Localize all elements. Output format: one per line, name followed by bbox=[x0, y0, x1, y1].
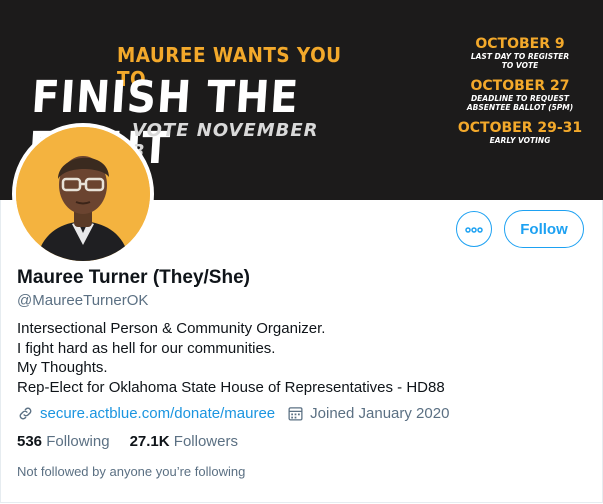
joined-date: Joined January 2020 bbox=[310, 404, 450, 422]
profile-name: Mauree Turner (They/She) bbox=[17, 267, 250, 288]
banner-date-note: LAST DAY TO REGISTER bbox=[470, 52, 570, 61]
banner-date-note: TO VOTE bbox=[501, 61, 539, 70]
calendar-icon bbox=[287, 405, 304, 422]
followers-link[interactable]: 27.1K Followers bbox=[130, 433, 238, 450]
profile-stats: 536 Following 27.1K Followers bbox=[17, 433, 258, 450]
banner-dates: OCTOBER 9 LAST DAY TO REGISTER TO VOTE O… bbox=[455, 36, 585, 145]
followers-label: Followers bbox=[173, 433, 238, 450]
bio-line: Intersectional Person & Community Organi… bbox=[17, 320, 326, 337]
bio-line: I fight hard as hell for our communities… bbox=[17, 339, 276, 357]
follow-button[interactable]: Follow bbox=[504, 210, 584, 248]
banner-vote-date: VOTE NOVEMBER 3 bbox=[132, 120, 319, 162]
followers-count: 27.1K bbox=[129, 433, 170, 450]
banner-date-note: ABSENTEE BALLOT (5PM) bbox=[466, 103, 574, 112]
banner-date: OCTOBER 27 bbox=[470, 78, 570, 94]
link-icon bbox=[17, 405, 34, 422]
profile-bio: Intersectional Person & Community Organi… bbox=[17, 319, 445, 397]
profile-website-link[interactable]: secure.actblue.com/donate/mauree bbox=[40, 405, 275, 422]
banner-date: OCTOBER 9 bbox=[475, 36, 565, 52]
following-label: Following bbox=[46, 433, 110, 450]
not-followed-note: Not followed by anyone you’re following bbox=[17, 464, 246, 479]
profile-handle: @MaureeTurnerOK bbox=[17, 292, 149, 309]
more-options-button[interactable] bbox=[456, 211, 492, 247]
profile-meta: secure.actblue.com/donate/mauree Joined … bbox=[17, 403, 449, 423]
bio-line: My Thoughts. bbox=[17, 359, 108, 376]
banner-date-note: EARLY VOTING bbox=[489, 136, 551, 145]
bio-line: Rep-Elect for Oklahoma State House of Re… bbox=[17, 378, 445, 396]
more-horizontal-icon bbox=[465, 220, 483, 238]
avatar[interactable] bbox=[12, 123, 154, 265]
following-count: 536 bbox=[17, 433, 43, 450]
banner-date-note: DEADLINE TO REQUEST bbox=[470, 94, 570, 103]
banner-date: OCTOBER 29-31 bbox=[457, 120, 583, 136]
following-link[interactable]: 536 Following bbox=[17, 433, 110, 450]
